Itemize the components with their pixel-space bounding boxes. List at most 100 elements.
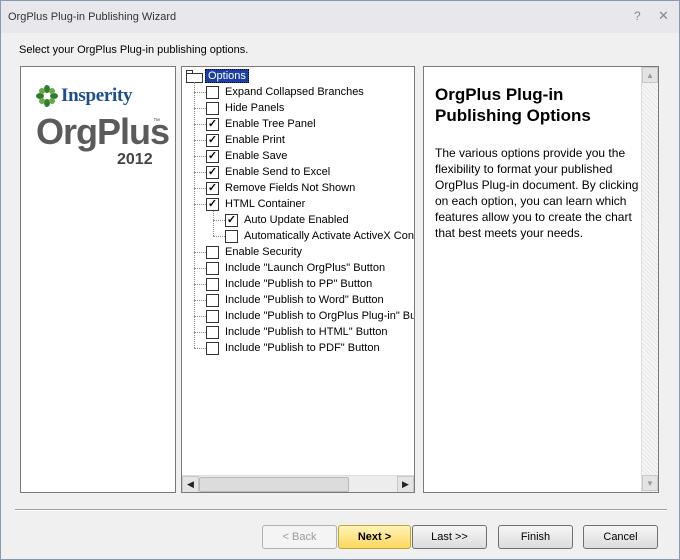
window-title: OrgPlus Plug-in Publishing Wizard [8,11,177,23]
tree-option-label: Include "Publish to HTML" Button [225,326,388,338]
tree-option-label: Enable Save [225,150,288,162]
scroll-up-icon[interactable]: ▲ [642,67,658,83]
checkbox-unchecked[interactable] [206,341,219,355]
tree-option-item[interactable]: Include "Publish to Word" Button [206,292,384,308]
description-vertical-scrollbar[interactable]: ▲ ▼ [641,67,658,492]
tree-option-item[interactable]: Include "Publish to HTML" Button [206,324,388,340]
tree-option-label: Hide Panels [225,102,285,114]
tree-option-label: HTML Container [225,198,306,210]
tree-option-label: Include "Publish to OrgPlus Plug-in" But… [225,310,414,322]
last-button[interactable]: Last >> [412,525,487,549]
checkbox-checked[interactable] [206,165,219,179]
tree-connector-line [194,268,206,269]
tree-option-item[interactable]: Expand Collapsed Branches [206,84,364,100]
checkbox-checked[interactable] [206,197,219,211]
product-name: OrgPlus [36,111,170,152]
tree-option-label: Enable Send to Excel [225,166,331,178]
checkbox-unchecked[interactable] [206,245,219,259]
tree-connector-line [194,316,206,317]
tree-connector-line [194,156,206,157]
tree-connector-line [194,332,206,333]
tree-option-item[interactable]: Automatically Activate ActiveX Controls [225,228,414,244]
tree-option-item[interactable]: Include "Publish to PDF" Button [206,340,380,356]
scroll-down-icon[interactable]: ▼ [642,475,658,491]
checkbox-unchecked[interactable] [206,85,219,99]
tree-option-label: Auto Update Enabled [244,214,349,226]
tree-option-label: Include "Publish to Word" Button [225,294,384,306]
finish-button[interactable]: Finish [498,525,573,549]
scroll-right-icon[interactable]: ▶ [397,476,414,492]
wizard-window: OrgPlus Plug-in Publishing Wizard ? ✕ Se… [0,0,680,560]
scroll-left-icon[interactable]: ◀ [182,476,199,492]
instruction-text: Select your OrgPlus Plug-in publishing o… [19,44,249,56]
tree-option-item[interactable]: Remove Fields Not Shown [206,180,355,196]
scroll-thumb[interactable] [199,477,349,492]
trademark-mark: ™ [153,118,160,125]
tree-option-item[interactable]: Include "Publish to OrgPlus Plug-in" But… [206,308,414,324]
tree-connector-line [194,300,206,301]
tree-option-item[interactable]: Include "Publish to PP" Button [206,276,372,292]
tree-connector-line [194,92,206,93]
tree-root-label: Options [205,69,249,83]
tree-option-label: Enable Security [225,246,303,258]
footer-separator [15,509,667,511]
tree-connector-line [213,236,225,237]
tree-root-options[interactable]: Options [186,68,249,84]
checkbox-checked[interactable] [206,181,219,195]
checkbox-checked[interactable] [206,149,219,163]
tree-connector-line [194,124,206,125]
tree-option-item[interactable]: HTML Container [206,196,305,212]
tree-option-item[interactable]: Include "Launch OrgPlus" Button [206,260,385,276]
tree-option-label: Include "Publish to PDF" Button [225,342,380,354]
tree-connector-line [213,220,225,221]
tree-connector-line [194,140,206,141]
tree-option-item[interactable]: Enable Send to Excel [206,164,330,180]
tree-connector-line [194,82,195,348]
title-bar: OrgPlus Plug-in Publishing Wizard ? ✕ [1,1,679,33]
tree-option-item[interactable]: Enable Security [206,244,302,260]
tree-connector-line [194,108,206,109]
close-icon[interactable]: ✕ [658,8,669,24]
tree-option-item[interactable]: Hide Panels [206,100,284,116]
checkbox-unchecked[interactable] [206,261,219,275]
tree-horizontal-scrollbar[interactable]: ◀ ▶ [182,475,414,492]
tree-option-label: Include "Launch OrgPlus" Button [225,262,386,274]
checkbox-unchecked[interactable] [206,325,219,339]
tree-connector-line [194,172,206,173]
checkbox-unchecked[interactable] [225,229,238,243]
tree-option-item[interactable]: Enable Save [206,148,287,164]
checkbox-unchecked[interactable] [206,293,219,307]
tree-option-label: Enable Tree Panel [225,118,316,130]
tree-connector-line [213,210,214,236]
checkbox-checked[interactable] [225,213,238,227]
checkbox-checked[interactable] [206,133,219,147]
tree-option-item[interactable]: Enable Print [206,132,285,148]
checkbox-unchecked[interactable] [206,101,219,115]
tree-connector-line [194,284,206,285]
checkbox-checked[interactable] [206,117,219,131]
tree-connector-line [194,252,206,253]
folder-icon [186,69,203,83]
tree-connector-line [194,188,206,189]
description-body: The various options provide you the flex… [435,146,639,240]
company-name: Insperity [61,85,133,106]
insperity-logo: Insperity [36,85,133,107]
next-button[interactable]: Next > [338,525,411,549]
tree-option-label: Include "Publish to PP" Button [225,278,373,290]
help-icon[interactable]: ? [634,9,641,23]
options-tree: Options Expand Collapsed Branches Hide Pa… [182,67,414,475]
tree-connector-line [194,204,206,205]
back-button[interactable]: < Back [262,525,337,549]
description-panel: OrgPlus Plug-in Publishing Options The v… [423,66,659,493]
cancel-button[interactable]: Cancel [583,525,658,549]
tree-option-label: Enable Print [225,134,285,146]
tree-option-item[interactable]: Auto Update Enabled [225,212,349,228]
logo-panel: Insperity OrgPlus ™ 2012 [20,66,176,493]
checkbox-unchecked[interactable] [206,309,219,323]
tree-option-label: Automatically Activate ActiveX Controls [244,230,414,242]
description-title: OrgPlus Plug-in Publishing Options [435,85,591,125]
tree-connector-line [194,348,206,349]
tree-option-label: Remove Fields Not Shown [225,182,356,194]
tree-option-item[interactable]: Enable Tree Panel [206,116,316,132]
checkbox-unchecked[interactable] [206,277,219,291]
